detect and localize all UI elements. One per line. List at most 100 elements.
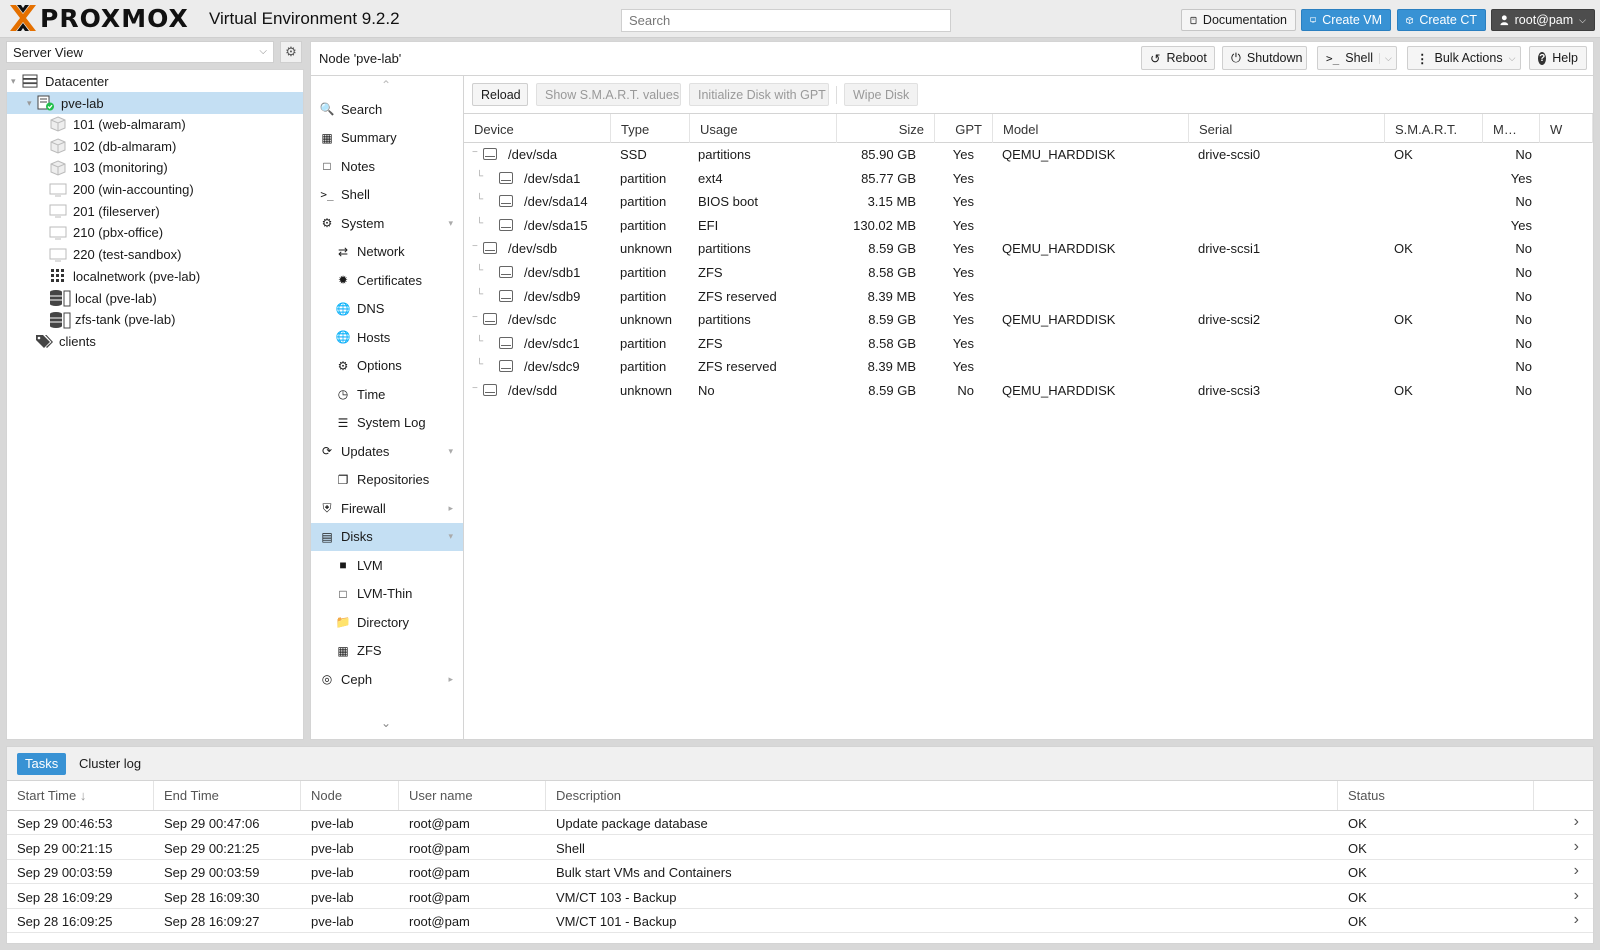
nav-item-options[interactable]: ⚙ Options: [311, 352, 463, 380]
disk-row[interactable]: └ /dev/sda14 partition BIOS boot 3.15 MB Yes N…: [464, 190, 1593, 214]
documentation-button[interactable]: Documentation: [1181, 9, 1296, 31]
disk-row[interactable]: − /dev/sdd unknown No 8.59 GB No QEMU_HARDDISK…: [464, 379, 1593, 403]
task-row[interactable]: Sep 29 00:03:59 Sep 29 00:03:59 pve-lab roo…: [7, 860, 1593, 884]
column-header-description[interactable]: Description: [546, 781, 1338, 810]
nav-item-dns[interactable]: 🌐 DNS: [311, 295, 463, 323]
view-selector[interactable]: Server View ⌵: [6, 41, 274, 63]
column-header-model[interactable]: Model: [993, 114, 1189, 143]
show-smart-button[interactable]: Show S.M.A.R.T. values: [536, 83, 681, 106]
create-ct-button[interactable]: Create CT: [1397, 9, 1486, 31]
nav-item-ceph[interactable]: ◎ Ceph ▸: [311, 665, 463, 693]
tree-item-200-win-accounting[interactable]: 200 (win-accounting): [7, 179, 303, 201]
tree-item-103-monitoring[interactable]: 103 (monitoring): [7, 157, 303, 179]
disks-panel: Reload Show S.M.A.R.T. values Initialize…: [463, 75, 1594, 740]
collapse-icon[interactable]: −: [472, 312, 478, 323]
nav-item-search[interactable]: 🔍 Search: [311, 95, 463, 123]
nav-item-summary[interactable]: ▦ Summary: [311, 124, 463, 152]
nav-item-hosts[interactable]: 🌐 Hosts: [311, 323, 463, 351]
disk-row[interactable]: − /dev/sda SSD partitions 85.90 GB Yes QEMU_HA…: [464, 143, 1593, 167]
tab-tasks[interactable]: Tasks: [17, 753, 67, 775]
nav-item-network[interactable]: ⇄ Network: [311, 238, 463, 266]
tree-item-zfs-tank-pve-lab[interactable]: zfs-tank (pve-lab): [7, 309, 303, 331]
scroll-down-icon[interactable]: ⌄: [381, 716, 391, 730]
search-input[interactable]: [621, 9, 951, 32]
initialize-gpt-button[interactable]: Initialize Disk with GPT: [689, 83, 829, 106]
column-header-mounted[interactable]: M…: [1483, 114, 1540, 143]
disk-row[interactable]: └ /dev/sdb1 partition ZFS 8.58 GB Yes No: [464, 261, 1593, 285]
reboot-button[interactable]: ↺ Reboot: [1141, 46, 1215, 70]
tree-item-node-pve-lab[interactable]: ▾ pve-lab: [7, 92, 303, 114]
column-header-start-time[interactable]: Start Time ↓: [7, 781, 154, 810]
column-header-wearout[interactable]: W: [1540, 114, 1593, 143]
create-vm-button[interactable]: Create VM: [1301, 9, 1391, 31]
disk-row[interactable]: └ /dev/sdc9 partition ZFS reserved 8.39 MB Ye…: [464, 355, 1593, 379]
help-button[interactable]: ? Help: [1529, 46, 1587, 70]
task-row[interactable]: Sep 29 00:21:15 Sep 29 00:21:25 pve-lab roo…: [7, 836, 1593, 860]
wipe-disk-button[interactable]: Wipe Disk: [844, 83, 918, 106]
collapse-icon[interactable]: ▾: [27, 98, 37, 109]
nav-item-disks[interactable]: ▤ Disks ▾: [311, 522, 463, 551]
column-header-usage[interactable]: Usage: [690, 114, 837, 143]
reload-button[interactable]: Reload: [472, 83, 528, 106]
bulk-actions-button[interactable]: ⋮ Bulk Actions ⌵: [1407, 46, 1521, 70]
column-header-serial[interactable]: Serial: [1189, 114, 1385, 143]
chevron-right-icon[interactable]: ›: [1574, 862, 1579, 880]
column-header-size[interactable]: Size: [837, 114, 935, 143]
column-header-gpt[interactable]: GPT: [935, 114, 993, 143]
nav-item-firewall[interactable]: ⛨ Firewall ▸: [311, 494, 463, 522]
column-header-node[interactable]: Node: [301, 781, 399, 810]
disk-row[interactable]: └ /dev/sdc1 partition ZFS 8.58 GB Yes No: [464, 332, 1593, 356]
column-header-type[interactable]: Type: [611, 114, 690, 143]
shutdown-button[interactable]: ⏻ Shutdown: [1222, 46, 1307, 70]
nav-item-shell[interactable]: >_ Shell: [311, 181, 463, 209]
task-row[interactable]: Sep 29 00:46:53 Sep 29 00:47:06 pve-lab roo…: [7, 811, 1593, 835]
scroll-up-icon[interactable]: ⌃: [381, 78, 391, 92]
nav-item-lvm[interactable]: ■ LVM: [311, 551, 463, 579]
nav-item-time[interactable]: ◷ Time: [311, 380, 463, 408]
tree-item-local-pve-lab[interactable]: local (pve-lab): [7, 287, 303, 309]
task-row[interactable]: Sep 28 16:09:29 Sep 28 16:09:30 pve-lab roo…: [7, 885, 1593, 909]
collapse-icon[interactable]: −: [472, 383, 478, 394]
nav-item-notes[interactable]: □ Notes: [311, 152, 463, 180]
column-header-device[interactable]: Device: [464, 114, 611, 143]
disk-row[interactable]: − /dev/sdb unknown partitions 8.59 GB Yes QEMU…: [464, 237, 1593, 261]
column-header-user-name[interactable]: User name: [399, 781, 546, 810]
disk-row[interactable]: − /dev/sdc unknown partitions 8.59 GB Yes QEMU…: [464, 308, 1593, 332]
view-settings-button[interactable]: ⚙: [280, 41, 302, 63]
user-menu-button[interactable]: root@pam ⌵: [1491, 9, 1595, 31]
disk-row[interactable]: └ /dev/sda1 partition ext4 85.77 GB Yes Yes: [464, 167, 1593, 191]
tree-item-101-web-almaram[interactable]: 101 (web-almaram): [7, 113, 303, 135]
nav-item-zfs[interactable]: ▦ ZFS: [311, 637, 463, 665]
nav-item-system-log[interactable]: ☰ System Log: [311, 409, 463, 437]
chevron-right-icon[interactable]: ›: [1574, 813, 1579, 831]
chevron-right-icon[interactable]: ›: [1574, 887, 1579, 905]
collapse-icon[interactable]: ▾: [11, 76, 21, 87]
nav-item-certificates[interactable]: ✹ Certificates: [311, 266, 463, 294]
task-row[interactable]: Sep 28 16:09:25 Sep 28 16:09:27 pve-lab roo…: [7, 909, 1593, 933]
collapse-icon[interactable]: −: [472, 147, 478, 158]
tree-item-clients[interactable]: clients: [7, 330, 303, 352]
tree-item-201-fileserver[interactable]: 201 (fileserver): [7, 200, 303, 222]
nav-item-system[interactable]: ⚙ System ▾: [311, 209, 463, 237]
shell-button[interactable]: >_ Shell ⌵: [1317, 46, 1397, 70]
collapse-icon[interactable]: −: [472, 241, 478, 252]
column-header-status[interactable]: Status: [1338, 781, 1534, 810]
tree-item-datacenter[interactable]: ▾ Datacenter: [7, 70, 303, 92]
disk-row[interactable]: └ /dev/sdb9 partition ZFS reserved 8.39 MB Ye…: [464, 285, 1593, 309]
nav-item-repositories[interactable]: ❐ Repositories: [311, 466, 463, 494]
tab-cluster-log[interactable]: Cluster log: [71, 753, 149, 775]
tree-item-localnetwork-pve-lab[interactable]: localnetwork (pve-lab): [7, 265, 303, 287]
chevron-right-icon[interactable]: ›: [1574, 838, 1579, 856]
nav-item-directory[interactable]: 📁 Directory: [311, 608, 463, 636]
nav-item-lvm-thin[interactable]: □ LVM-Thin: [311, 580, 463, 608]
disk-row[interactable]: └ /dev/sda15 partition EFI 130.02 MB Yes Yes: [464, 214, 1593, 238]
tree-item-102-db-almaram[interactable]: 102 (db-almaram): [7, 135, 303, 157]
proxmox-logo[interactable]: PROXMOX: [8, 3, 189, 33]
column-header-smart[interactable]: S.M.A.R.T.: [1385, 114, 1483, 143]
chevron-right-icon[interactable]: ›: [1574, 911, 1579, 929]
tree-item-210-pbx-office[interactable]: 210 (pbx-office): [7, 222, 303, 244]
tree-item-220-test-sandbox[interactable]: 220 (test-sandbox): [7, 244, 303, 266]
chevron-down-icon[interactable]: ⌵: [1379, 52, 1392, 64]
column-header-end-time[interactable]: End Time: [154, 781, 301, 810]
nav-item-updates[interactable]: ⟳ Updates ▾: [311, 437, 463, 465]
